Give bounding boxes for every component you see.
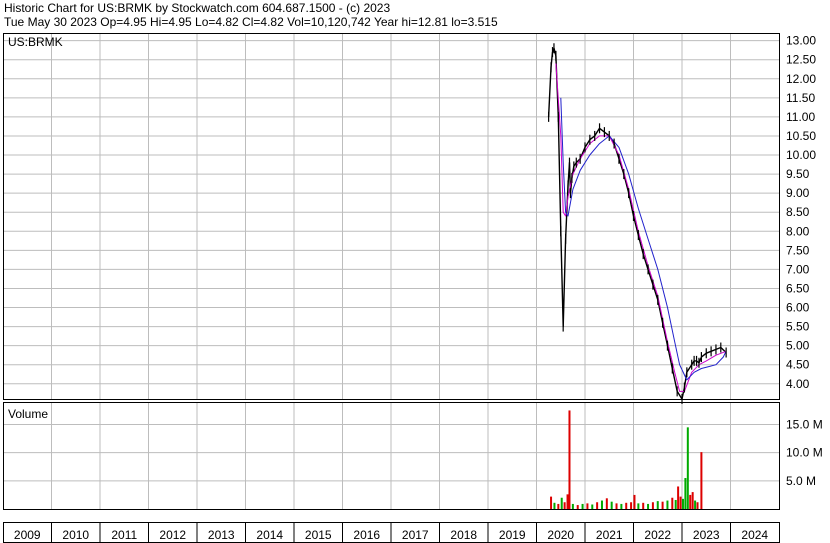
x-tick-label: 2015 [305, 528, 332, 542]
x-tick-label: 2009 [14, 528, 41, 542]
y-tick-label: 7.00 [786, 262, 810, 276]
x-tick-label: 2010 [62, 528, 89, 542]
volume-axis: 15.0 M 10.0 M 5.0 M [786, 418, 823, 488]
x-tick-label: 2016 [353, 528, 380, 542]
volume-bar [620, 503, 623, 509]
price-grid [3, 33, 779, 399]
volume-bar [591, 504, 594, 509]
volume-bar [605, 498, 608, 509]
x-tick-label: 2017 [402, 528, 429, 542]
x-tick-label: 2012 [159, 528, 186, 542]
volume-bar [586, 503, 589, 509]
volume-bar [679, 496, 682, 509]
volume-panel [550, 410, 703, 509]
volume-bar [557, 503, 560, 509]
y-tick-label: 10.50 [786, 129, 816, 143]
y-tick-label: 4.00 [786, 377, 810, 391]
volume-bar [647, 503, 650, 509]
stock-chart: US:BRMK Volume 13.00 12.50 12.00 11.50 11.00… [3, 33, 823, 543]
y-tick-label: 11.50 [786, 91, 815, 105]
volume-bar [642, 502, 645, 509]
x-tick-label: 2024 [741, 528, 768, 542]
volume-bar [553, 502, 556, 509]
y-tick-label: 13.00 [786, 34, 816, 48]
x-tick-label: 2021 [596, 528, 623, 542]
volume-bar [571, 503, 574, 509]
x-tick-label: 2018 [450, 528, 477, 542]
volume-tick-label: 5.0 M [786, 474, 816, 488]
y-tick-label: 8.50 [786, 205, 810, 219]
short-moving-average-line [555, 63, 727, 392]
volume-bar [666, 500, 669, 509]
price-chart-title: US:BRMK [8, 35, 63, 49]
volume-bar [610, 501, 613, 509]
volume-bar [651, 502, 654, 509]
y-tick-label: 5.00 [786, 339, 810, 353]
volume-grid [3, 402, 779, 509]
x-tick-label: 2022 [644, 528, 671, 542]
date-axis: 2009 2010 2011 2012 2013 2014 2015 2016 2017 2018… [14, 522, 768, 542]
volume-tick-label: 10.0 M [786, 446, 823, 460]
volume-bar [694, 500, 697, 509]
volume-bar [700, 452, 703, 509]
volume-bar [581, 503, 584, 509]
y-tick-label: 11.00 [786, 110, 815, 124]
y-tick-label: 4.50 [786, 358, 810, 372]
volume-bar [689, 494, 692, 509]
volume-bar [625, 502, 628, 509]
volume-bar [691, 492, 694, 509]
x-tick-label: 2019 [499, 528, 526, 542]
volume-bar [637, 503, 640, 509]
volume-bar [600, 500, 603, 509]
y-tick-label: 5.50 [786, 320, 810, 334]
volume-bar [681, 498, 684, 509]
x-tick-label: 2013 [208, 528, 235, 542]
volume-bar [661, 501, 664, 509]
volume-bar [686, 427, 689, 509]
volume-bar [550, 496, 553, 509]
volume-bar [568, 410, 571, 509]
y-tick-label: 10.00 [786, 148, 816, 162]
volume-bar [696, 502, 699, 509]
volume-bar [684, 478, 687, 509]
y-tick-label: 12.50 [786, 53, 816, 67]
volume-bar [656, 501, 659, 509]
x-tick-label: 2023 [693, 528, 720, 542]
y-tick-label: 12.00 [786, 72, 816, 86]
volume-bar [633, 494, 636, 509]
y-tick-label: 8.00 [786, 224, 810, 238]
price-series-line [547, 47, 727, 400]
x-tick-label: 2014 [256, 528, 283, 542]
volume-bar [596, 502, 599, 509]
chart-header-title: Historic Chart for US:BRMK by Stockwatch… [4, 1, 391, 15]
volume-bar [566, 494, 569, 509]
volume-bar [576, 505, 579, 509]
x-tick-label: 2011 [111, 528, 137, 542]
volume-bar [677, 486, 680, 509]
x-tick-label: 2020 [547, 528, 574, 542]
volume-tick-label: 15.0 M [786, 418, 823, 432]
y-tick-label: 9.50 [786, 167, 810, 181]
volume-bar [674, 499, 677, 509]
price-axis: 13.00 12.50 12.00 11.50 11.00 10.50 10.00 9.50 9… [786, 34, 816, 391]
chart-header-quote: Tue May 30 2023 Op=4.95 Hi=4.95 Lo=4.82 … [4, 15, 498, 29]
volume-bar [615, 503, 618, 509]
y-tick-label: 9.00 [786, 186, 810, 200]
volume-bar [671, 497, 674, 509]
volume-bar [560, 497, 563, 509]
y-tick-label: 6.50 [786, 281, 810, 295]
y-tick-label: 7.50 [786, 243, 810, 257]
long-moving-average-line [560, 97, 727, 381]
volume-bar [630, 502, 633, 509]
y-tick-label: 6.00 [786, 301, 810, 315]
volume-bar [563, 502, 566, 509]
volume-chart-title: Volume [8, 407, 48, 421]
